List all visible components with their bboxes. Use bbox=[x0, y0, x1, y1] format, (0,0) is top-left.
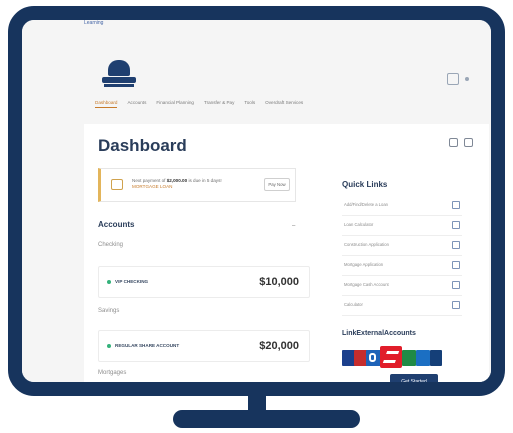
quick-link-label: Construction Application bbox=[344, 242, 389, 247]
bank-logo-icon bbox=[402, 350, 416, 366]
external-link-icon bbox=[452, 221, 460, 229]
monitor-base bbox=[173, 410, 360, 428]
payment-message: Next payment of $2,000.00 is due in 5 da… bbox=[132, 178, 252, 190]
account-balance: $20,000 bbox=[259, 340, 299, 352]
quick-link[interactable]: Mortgage Cash Account bbox=[342, 276, 462, 296]
monitor-frame: Learning Dashboard Accounts Financial Pl… bbox=[8, 6, 505, 396]
bank-logo-icon bbox=[430, 350, 442, 366]
quick-links-list: Add/Find/Delete a Loan Loan Calculator C… bbox=[342, 196, 462, 316]
account-card-savings[interactable]: REGULAR SHARE ACCOUNT $20,000 bbox=[98, 330, 310, 362]
page-title: Dashboard bbox=[98, 136, 187, 155]
chase-glyph-icon bbox=[369, 353, 376, 362]
nav-item-overdraft-services[interactable]: Overdraft Services bbox=[265, 100, 303, 108]
status-dot bbox=[107, 344, 111, 348]
nav-item-transfer-pay[interactable]: Transfer & Pay bbox=[204, 100, 234, 108]
quick-link[interactable]: Add/Find/Delete a Loan bbox=[342, 196, 462, 216]
print-icon[interactable] bbox=[449, 138, 458, 147]
topbar-text: Learning bbox=[84, 20, 104, 26]
quick-link[interactable]: Loan Calculator bbox=[342, 216, 462, 236]
quick-link[interactable]: Mortgage Application bbox=[342, 256, 462, 276]
nav-item-tools[interactable]: Tools bbox=[244, 100, 255, 108]
header-icons bbox=[447, 73, 469, 85]
quick-link[interactable]: Construction Application bbox=[342, 236, 462, 256]
status-dot bbox=[107, 280, 111, 284]
payment-alert: Next payment of $2,000.00 is due in 5 da… bbox=[98, 168, 296, 202]
get-started-button[interactable]: Get Started bbox=[390, 374, 438, 382]
quick-link-label: Calculator bbox=[344, 302, 363, 307]
account-name: VIP CHECKING bbox=[115, 279, 149, 284]
nav-item-financial-planning[interactable]: Financial Planning bbox=[156, 100, 194, 108]
main-content: Dashboard Next payment of $2,000.00 is d… bbox=[84, 124, 489, 382]
nav-item-dashboard[interactable]: Dashboard bbox=[95, 100, 118, 108]
accounts-heading: Accounts bbox=[98, 220, 135, 229]
calendar-icon bbox=[111, 179, 123, 190]
quick-links-heading: Quick Links bbox=[342, 180, 388, 189]
bank-logo-icon bbox=[416, 350, 430, 366]
flag-glyph-icon bbox=[382, 351, 400, 363]
external-link-icon bbox=[452, 281, 460, 289]
payment-prefix: Next payment of bbox=[132, 178, 167, 183]
header bbox=[82, 40, 487, 104]
mortgages-label: Mortgages bbox=[98, 370, 127, 376]
settings-icon[interactable] bbox=[464, 138, 473, 147]
external-link-icon bbox=[452, 201, 460, 209]
pay-now-button[interactable]: Pay Now bbox=[264, 178, 290, 191]
bank-logos bbox=[342, 346, 470, 368]
quick-link-label: Mortgage Application bbox=[344, 262, 384, 267]
bank-of-america-logo-icon bbox=[380, 346, 402, 368]
screen: Learning Dashboard Accounts Financial Pl… bbox=[22, 20, 491, 382]
savings-label: Savings bbox=[98, 308, 120, 314]
payment-loan-link[interactable]: MORTGAGE LOAN bbox=[132, 184, 173, 189]
accounts-collapse-toggle[interactable]: – bbox=[292, 223, 295, 229]
quick-link-label: Loan Calculator bbox=[344, 222, 374, 227]
external-link-icon bbox=[452, 261, 460, 269]
external-link-icon bbox=[452, 301, 460, 309]
nav-item-accounts[interactable]: Accounts bbox=[127, 100, 146, 108]
logo-base bbox=[104, 84, 134, 87]
quick-link-label: Mortgage Cash Account bbox=[344, 282, 389, 287]
account-name: REGULAR SHARE ACCOUNT bbox=[115, 343, 180, 348]
main-nav: Dashboard Accounts Financial Planning Tr… bbox=[95, 100, 303, 108]
payment-suffix: is due in 5 days! bbox=[187, 178, 222, 183]
account-balance: $10,000 bbox=[259, 276, 299, 288]
quick-link-label: Add/Find/Delete a Loan bbox=[344, 202, 388, 207]
brand-logo[interactable] bbox=[102, 60, 142, 88]
quick-link[interactable]: Calculator bbox=[342, 296, 462, 316]
logo-bar bbox=[102, 77, 136, 83]
payment-amount: $2,000.00 bbox=[166, 178, 188, 183]
account-card-checking[interactable]: VIP CHECKING $10,000 bbox=[98, 266, 310, 298]
checking-label: Checking bbox=[98, 242, 124, 248]
monitor-neck bbox=[248, 393, 266, 411]
user-menu-icon[interactable] bbox=[465, 77, 469, 81]
mail-icon[interactable] bbox=[447, 73, 459, 85]
external-link-icon bbox=[452, 241, 460, 249]
link-external-accounts-heading: LinkExternalAccounts bbox=[342, 330, 416, 337]
title-icons bbox=[449, 138, 473, 147]
logo-mark bbox=[108, 60, 130, 76]
